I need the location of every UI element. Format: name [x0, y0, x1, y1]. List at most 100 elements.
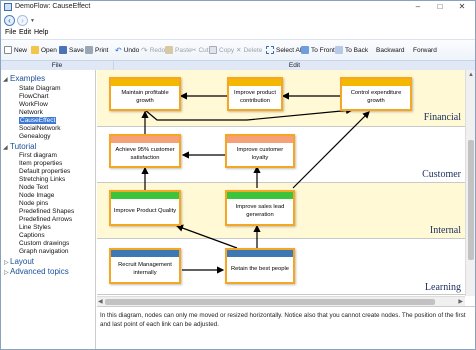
select-all-icon [266, 46, 274, 54]
tree-item-node-pins[interactable]: Node pins [19, 200, 48, 207]
vertical-scroll-thumb[interactable] [468, 140, 474, 260]
link-retain-quality [175, 224, 238, 249]
tree-item-graph-navigation[interactable]: Graph navigation [19, 248, 69, 255]
tree-item-stretching-links[interactable]: Stretching Links [19, 176, 65, 183]
ribbon-group-edit: Edit [113, 60, 475, 70]
cut-icon: ✂ [191, 47, 197, 54]
collapse-arrow-icon[interactable]: ◢ [3, 144, 8, 151]
node-header [342, 79, 410, 86]
to-front-button[interactable]: To Front [301, 44, 335, 56]
description-panel: In this diagram, nodes can only me moved… [97, 306, 475, 349]
tree-item-flowchart[interactable]: FlowChart [19, 93, 49, 100]
paste-button[interactable]: Paste [165, 44, 192, 56]
back-arrow-icon[interactable]: ‹ [4, 15, 15, 26]
diagram-canvas[interactable]: Financial Customer Internal Learning Mai… [97, 70, 465, 296]
scroll-up-icon[interactable]: ▲ [468, 70, 474, 80]
node-retain-best-people[interactable]: Retain the best people [225, 248, 295, 284]
horizontal-scrollbar[interactable]: ◀ ▶ [97, 296, 465, 306]
tree-category-layout[interactable]: Layout [10, 257, 34, 266]
maximize-button[interactable]: □ [431, 1, 449, 12]
undo-icon: ↶ [115, 45, 122, 55]
menu-file[interactable]: File [5, 29, 16, 36]
node-header [111, 192, 179, 199]
minimize-button[interactable]: – [409, 1, 427, 12]
link-sales-expend [292, 111, 370, 189]
node-header [111, 250, 179, 257]
save-icon [59, 46, 67, 54]
new-button[interactable]: New [4, 44, 27, 56]
horizontal-scroll-thumb[interactable] [105, 299, 435, 305]
app-icon [4, 3, 12, 11]
to-back-button[interactable]: To Back [335, 44, 368, 56]
paste-icon [165, 46, 173, 54]
menu-bar: File Edit Help [1, 28, 475, 39]
tree-item-network[interactable]: Network [19, 109, 43, 116]
node-improve-customer-loyalty[interactable]: Improve customer loyalty [225, 134, 295, 168]
tree-item-genealogy[interactable]: Genealogy [19, 133, 50, 140]
tree-item-captions[interactable]: Captions [19, 232, 45, 239]
node-control-expenditure-growth[interactable]: Control expenditure growth [340, 77, 412, 111]
tree-item-first-diagram[interactable]: First diagram [19, 152, 57, 159]
forward-arrow-icon[interactable]: › [17, 15, 28, 26]
history-dropdown-icon[interactable]: ▼ [30, 18, 35, 24]
tree-category-advanced-topics[interactable]: Advanced topics [10, 267, 69, 276]
open-button[interactable]: Open [31, 44, 57, 56]
select-all-button[interactable]: Select All [266, 44, 303, 56]
collapse-arrow-icon[interactable]: ◢ [3, 76, 8, 83]
tree-category-tutorial[interactable]: Tutorial [10, 142, 36, 151]
cut-button[interactable]: ✂ Cut [191, 44, 209, 56]
app-window: DemoFlow: CauseEffect – □ ✕ ‹ › ▼ File E… [0, 0, 476, 350]
backward-button[interactable]: Backward [376, 44, 405, 56]
menu-edit[interactable]: Edit [19, 29, 31, 36]
copy-icon [209, 46, 217, 54]
expand-arrow-icon[interactable]: ▷ [4, 259, 9, 266]
expand-arrow-icon[interactable]: ▷ [4, 269, 9, 276]
new-icon [4, 46, 12, 54]
tree-item-workflow[interactable]: WorkFlow [19, 101, 48, 108]
tree-item-item-properties[interactable]: Item properties [19, 160, 62, 167]
tree-item-node-text[interactable]: Node Text [19, 184, 48, 191]
window-title: DemoFlow: CauseEffect [15, 3, 91, 10]
to-front-icon [301, 46, 309, 54]
save-button[interactable]: Save [59, 44, 84, 56]
close-button[interactable]: ✕ [453, 1, 471, 12]
to-back-icon [335, 46, 343, 54]
link-profit-expend [144, 106, 354, 121]
tree-category-examples[interactable]: Examples [10, 74, 45, 83]
tree-item-predefined-shapes[interactable]: Predefined Shapes [19, 208, 74, 215]
examples-tree: ◢ Examples State Diagram FlowChart WorkF… [1, 70, 96, 349]
ribbon-group-file: File [1, 60, 113, 70]
tree-item-predefined-arrows[interactable]: Predefined Arrows [19, 216, 72, 223]
title-bar: DemoFlow: CauseEffect – □ ✕ [1, 1, 475, 13]
node-header [227, 250, 293, 257]
node-recruit-management-internally[interactable]: Recruit Management internally [109, 248, 181, 284]
print-button[interactable]: Print [85, 44, 108, 56]
node-header [111, 79, 179, 86]
forward-button[interactable]: Forward [413, 44, 437, 56]
node-improve-product-contribution[interactable]: Improve product contribution [227, 77, 283, 111]
node-improve-product-quality[interactable]: Improve Product Quality [109, 190, 181, 226]
tree-item-line-styles[interactable]: Line Styles [19, 224, 51, 231]
tree-item-causeeffect[interactable]: CauseEffect [19, 117, 57, 124]
open-folder-icon [31, 46, 39, 54]
navigation-bar: ‹ › ▼ [1, 13, 475, 28]
delete-icon: ✕ [236, 47, 242, 54]
node-achieve-customer-satisfaction[interactable]: Achieve 95% customer satisfaction [109, 134, 181, 168]
node-header [229, 79, 281, 86]
vertical-scrollbar[interactable]: ▲ [465, 70, 475, 296]
redo-icon: ↷ [141, 45, 148, 55]
node-improve-sales-lead-generation[interactable]: Improve sales lead generation [225, 190, 295, 226]
redo-button[interactable]: ↷ Redo [141, 44, 165, 56]
tree-item-socialnetwork[interactable]: SocialNetwork [19, 125, 61, 132]
node-maintain-profitable-growth[interactable]: Maintain profitable growth [109, 77, 181, 111]
copy-button[interactable]: Copy [209, 44, 234, 56]
undo-button[interactable]: ↶ Undo [115, 44, 139, 56]
tree-item-default-properties[interactable]: Default properties [19, 168, 70, 175]
tree-item-custom-drawings[interactable]: Custom drawings [19, 240, 69, 247]
menu-help[interactable]: Help [34, 29, 48, 36]
print-icon [85, 46, 93, 54]
delete-button[interactable]: ✕ Delete [236, 44, 262, 56]
ribbon-toolbar: New Open Save Print ↶ Undo ↷ Redo Paste ✂ C… [1, 39, 475, 70]
tree-item-state-diagram[interactable]: State Diagram [19, 85, 61, 92]
tree-item-node-image[interactable]: Node Image [19, 192, 54, 199]
